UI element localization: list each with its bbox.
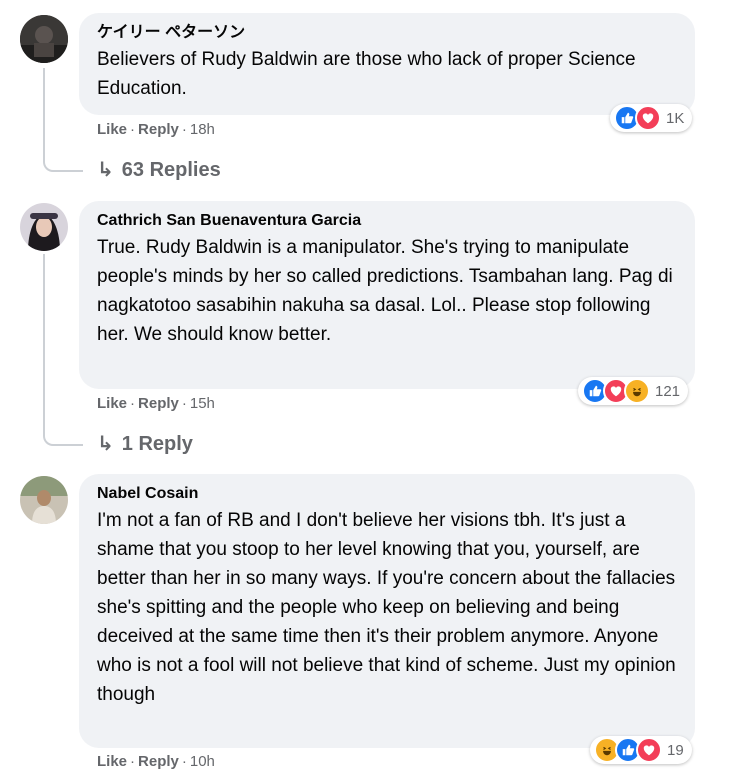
timestamp[interactable]: 15h	[190, 395, 215, 412]
comment-actions: Like · Reply · 18h	[97, 121, 215, 138]
reaction-summary[interactable]: 1K	[610, 104, 693, 132]
comment-bubble: Nabel Cosain I'm not a fan of RB and I d…	[79, 474, 695, 748]
replies-label: 63 Replies	[121, 159, 221, 181]
reaction-summary[interactable]: 121	[578, 377, 689, 405]
reply-link[interactable]: Reply	[138, 395, 179, 412]
replies-label: 1 Reply	[121, 433, 193, 455]
avatar[interactable]	[20, 476, 68, 524]
like-link[interactable]: Like	[97, 395, 127, 412]
reaction-count: 121	[655, 382, 681, 400]
thread-elbow	[43, 432, 83, 446]
thread-line	[43, 68, 45, 158]
reaction-count: 1K	[666, 109, 685, 127]
comment-author[interactable]: Cathrich San Buenaventura Garcia	[97, 211, 677, 231]
separator: ·	[130, 121, 136, 138]
reply-arrow-icon: ↳	[97, 433, 114, 455]
comment-text: I'm not a fan of RB and I don't believe …	[97, 510, 676, 705]
love-reaction-icon	[636, 737, 662, 763]
comment-text: True. Rudy Baldwin is a manipulator. She…	[97, 237, 673, 345]
reaction-summary[interactable]: 19	[590, 736, 692, 764]
separator: ·	[130, 395, 136, 412]
haha-reaction-icon	[624, 378, 650, 404]
view-replies-link[interactable]: ↳ 1 Reply	[97, 431, 193, 456]
view-replies-link[interactable]: ↳ 63 Replies	[97, 157, 221, 182]
reply-arrow-icon: ↳	[97, 159, 114, 181]
avatar[interactable]	[20, 203, 68, 251]
reaction-count: 19	[667, 741, 684, 759]
love-reaction-icon	[635, 105, 661, 131]
reply-link[interactable]: Reply	[138, 121, 179, 138]
comment-text: Believers of Rudy Baldwin are those who …	[97, 49, 636, 99]
thread-elbow	[43, 158, 83, 172]
comment-author[interactable]: Nabel Cosain	[97, 484, 677, 504]
comment-bubble: ケイリー ペターソン Believers of Rudy Baldwin are…	[79, 13, 695, 115]
like-link[interactable]: Like	[97, 121, 127, 138]
comment-actions: Like · Reply · 15h	[97, 395, 215, 412]
separator: ·	[181, 121, 187, 138]
avatar-image	[20, 15, 68, 63]
avatar-image	[20, 203, 68, 251]
avatar[interactable]	[20, 15, 68, 63]
separator: ·	[181, 395, 187, 412]
thread-line	[43, 254, 45, 432]
comment-author[interactable]: ケイリー ペターソン	[97, 23, 677, 43]
avatar-image	[20, 476, 68, 524]
comment-bubble: Cathrich San Buenaventura Garcia True. R…	[79, 201, 695, 389]
timestamp[interactable]: 18h	[190, 121, 215, 138]
